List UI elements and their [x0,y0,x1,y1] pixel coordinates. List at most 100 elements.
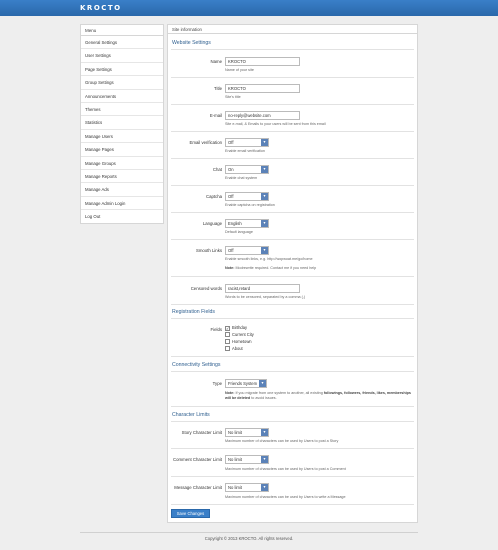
sidebar-item-manage-reports[interactable]: Manage Reports [81,170,163,184]
checkbox-icon[interactable] [225,346,230,351]
sidebar-item-general-settings[interactable]: General Settings [81,36,163,50]
sidebar-header: Menu [81,25,163,36]
name-help: Name of your site [225,68,254,72]
save-changes-button[interactable]: Save Changes [171,509,210,518]
chat-value: On [228,167,234,172]
chevron-down-icon: ▼ [261,456,268,463]
divider [171,77,414,78]
divider [171,356,414,357]
divider [171,304,414,305]
sidebar-menu: Menu General Settings User Settings Page… [80,24,164,225]
smooth-links-label: Smooth Links [195,248,222,253]
smooth-links-note: Note: Modrewrite required. Contact me if… [225,266,413,271]
divider [171,158,414,159]
sidebar-item-log-out[interactable]: Log Out [81,210,163,223]
checkbox-icon[interactable] [225,332,230,337]
checkbox-birthday[interactable]: ✓ Birthday [225,325,247,331]
sidebar-item-group-settings[interactable]: Group Settings [81,76,163,90]
captcha-help: Enable captcha on registration [225,203,275,207]
chat-help: Enable chat system [225,176,258,180]
footer-divider [80,532,418,533]
chevron-down-icon: ▼ [261,139,268,146]
type-label: Type [212,381,222,386]
language-value: English [228,221,242,226]
language-help: Default language [225,230,253,234]
name-label: Name [210,59,222,64]
checkbox-checked-icon[interactable]: ✓ [225,326,230,331]
divider [171,239,414,240]
sidebar-item-user-settings[interactable]: User Settings [81,49,163,63]
comment-limit-label: Comment Character Limit [173,457,222,462]
sidebar-item-manage-ads[interactable]: Manage Ads [81,183,163,197]
divider [171,104,414,105]
comment-limit-select[interactable]: No limit ▼ [225,455,269,464]
fields-label: Fields [210,327,222,332]
checkbox-label: Current City [232,332,254,337]
smooth-links-help: Enable smooth links, e.g. http://wopwoat… [225,257,313,261]
checkbox-current-city[interactable]: Current City [225,332,254,338]
checkbox-label: About [232,346,243,351]
captcha-select[interactable]: Off ▼ [225,192,269,201]
sidebar-item-page-settings[interactable]: Page Settings [81,63,163,77]
comment-limit-help: Maximum number of characters can be used… [225,467,346,471]
divider [171,185,414,186]
email-input[interactable]: no-reply@website.com [225,111,300,120]
story-limit-label: Story Character Limit [181,430,222,435]
smooth-links-select[interactable]: Off ▼ [225,246,269,255]
sidebar-item-themes[interactable]: Themes [81,103,163,117]
top-bar: KROCTO [0,0,498,16]
sidebar-item-manage-groups[interactable]: Manage Groups [81,157,163,170]
divider [171,318,414,319]
checkbox-label: Birthday [232,325,248,330]
chat-select[interactable]: On ▼ [225,165,269,174]
divider [171,504,414,505]
message-limit-value: No limit [228,485,242,490]
censored-words-label: Censored words [190,286,222,291]
story-limit-select[interactable]: No limit ▼ [225,428,269,437]
checkbox-hometown[interactable]: Hometown [225,339,252,345]
chevron-down-icon: ▼ [261,429,268,436]
email-help: Site e-mail, & Emails to your users will… [225,122,326,126]
name-input[interactable]: KROCTO [225,57,300,66]
language-select[interactable]: English ▼ [225,219,269,228]
sidebar-item-manage-users[interactable]: Manage Users [81,130,163,144]
checkbox-icon[interactable] [225,339,230,344]
brand-logo[interactable]: KROCTO [80,4,122,12]
divider [171,406,414,407]
censored-words-help: Words to be censored, separated by a com… [225,295,306,299]
title-help: Site's title [225,95,241,99]
title-input[interactable]: KROCTO [225,84,300,93]
type-note: Note: If you migrate from one system to … [225,391,413,401]
censored-words-input[interactable]: racist,retard [225,284,300,293]
chat-label: Chat [212,167,222,172]
note-label: Note: [225,391,235,395]
captcha-label: Captcha [205,194,222,199]
footer-copyright: Copyright © 2013 KROCTO. All rights rese… [204,536,294,541]
story-limit-help: Maximum number of characters can be used… [225,439,339,443]
note-label: Note: [225,266,235,270]
divider [171,476,414,477]
message-limit-label: Message Character Limit [174,485,222,490]
checkbox-about[interactable]: About [225,346,243,352]
note-text: If you migrate from one system to anothe… [235,391,324,395]
sidebar-item-manage-admin-login[interactable]: Manage Admin Login [81,197,163,211]
divider [171,49,414,50]
message-limit-select[interactable]: No limit ▼ [225,483,269,492]
section-website-settings: Website Settings [172,40,211,46]
chevron-down-icon: ▼ [261,166,268,173]
sidebar-item-statistics[interactable]: Statistics [81,116,163,130]
smooth-links-value: Off [228,248,234,253]
email-verification-select[interactable]: Off ▼ [225,138,269,147]
type-select[interactable]: Friends System ▼ [225,379,267,388]
note-text: to avoid issues. [250,396,277,400]
sidebar-item-manage-pages[interactable]: Manage Pages [81,143,163,157]
site-information-panel: Site information Website Settings Name K… [167,24,418,523]
divider [171,371,414,372]
sidebar-item-announcements[interactable]: Announcements [81,90,163,103]
chevron-down-icon: ▼ [261,484,268,491]
captcha-value: Off [228,194,234,199]
section-registration-fields: Registration Fields [172,309,215,315]
title-label: Title [214,86,222,91]
email-verification-help: Enable email verification [225,149,265,153]
type-value: Friends System [228,381,258,386]
